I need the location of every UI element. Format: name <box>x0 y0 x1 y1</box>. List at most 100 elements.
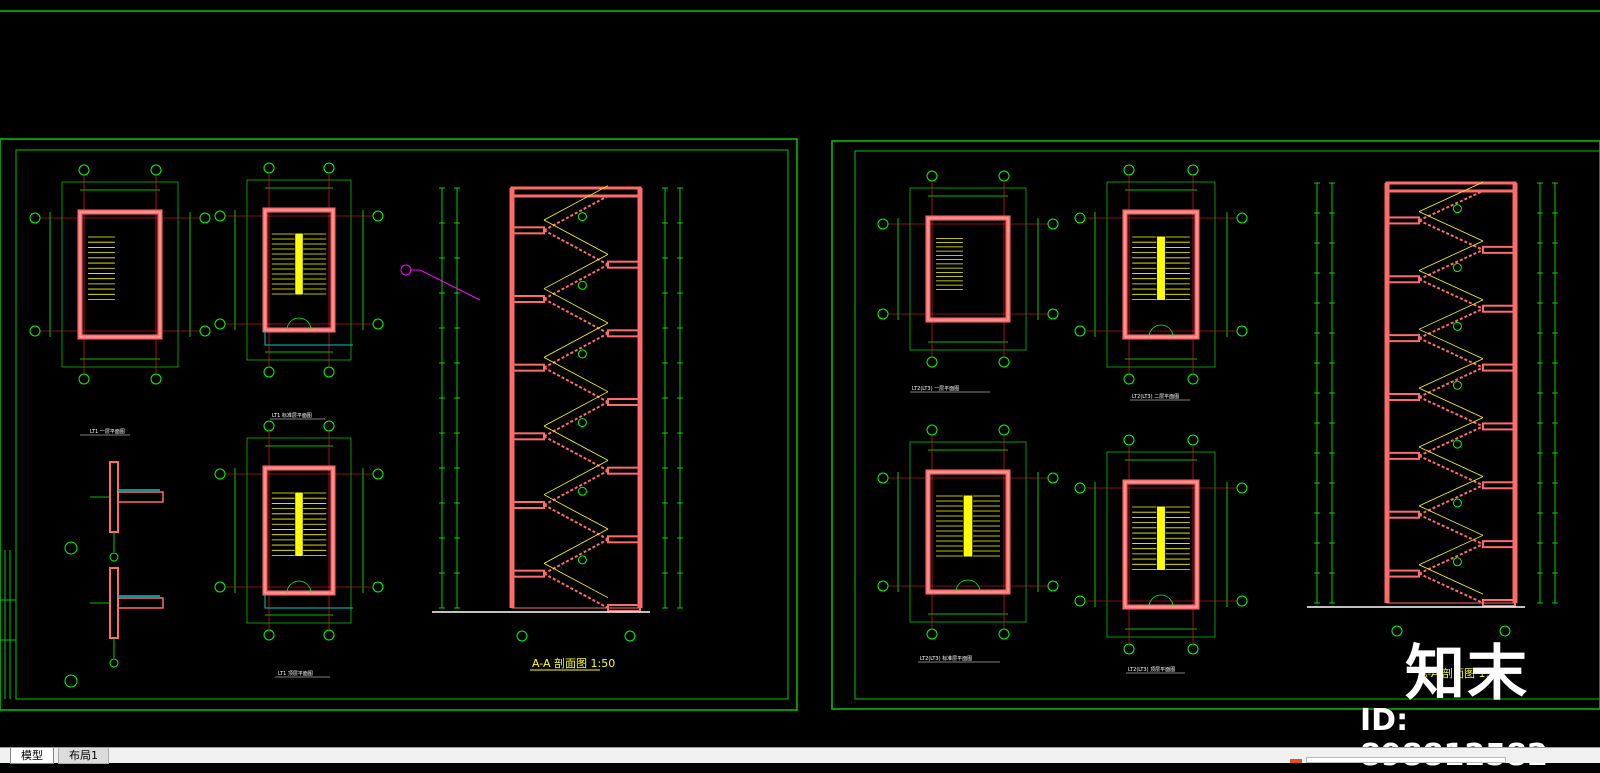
landing-slab <box>1386 451 1420 460</box>
drawing-svg[interactable]: A-A 剖面图 1:50 LT1 一层平面图 LT1 标准层平面图 LT1 顶层… <box>0 0 1600 747</box>
axis-bubble <box>877 308 889 320</box>
tab-model[interactable]: 模型 <box>10 748 54 764</box>
axis-bubble <box>577 349 587 359</box>
stair-handrail <box>1157 236 1165 300</box>
axis-bubble <box>1123 434 1135 446</box>
axis-bubble <box>1236 595 1248 607</box>
landing-slab <box>511 363 545 372</box>
floor-slab <box>1482 422 1516 431</box>
axis-bubble <box>1074 212 1086 224</box>
tab-layout1[interactable]: 布局1 <box>58 748 109 764</box>
axis-bubble <box>1236 325 1248 337</box>
axis-bubble <box>150 373 162 385</box>
landing-slab <box>1386 275 1420 284</box>
axis-bubble <box>577 555 587 565</box>
stair-sections <box>400 181 1558 642</box>
horizontal-scrollbar[interactable] <box>1306 757 1506 763</box>
axis-bubble <box>1452 321 1462 331</box>
handrail-line <box>1418 446 1484 477</box>
axis-bubble <box>1123 164 1135 176</box>
wall-detail <box>90 461 164 562</box>
axis-bubble <box>1452 439 1462 449</box>
right-sheet-inner-frame <box>854 150 1600 700</box>
detail-bubble-1 <box>64 541 78 555</box>
handrail-line <box>543 563 609 599</box>
axis-bubble <box>323 420 335 432</box>
axis-bubble <box>214 581 226 593</box>
section-roof <box>1385 181 1517 193</box>
axis-bubble <box>877 580 889 592</box>
axis-bubble <box>29 325 41 337</box>
handrail-line <box>543 425 609 461</box>
axis-bubble <box>150 164 162 176</box>
axis-bubble <box>323 629 335 641</box>
wall-inner <box>927 217 1009 321</box>
handrail-line <box>1418 328 1484 360</box>
handrail-line <box>543 494 609 530</box>
axis-bubble <box>1236 482 1248 494</box>
axis-bubble <box>998 424 1010 436</box>
axis-bubble <box>78 164 90 176</box>
handrail-line <box>543 391 609 427</box>
axis-bubble <box>1047 580 1059 592</box>
axis-bubble <box>998 628 1010 640</box>
stair-plan <box>214 162 384 378</box>
axis-bubble <box>577 486 587 496</box>
handrail-line <box>543 528 609 564</box>
axis-bubble <box>109 552 119 562</box>
stair-handrail <box>1157 506 1165 570</box>
axis-bubble <box>1452 557 1462 567</box>
stair-plan <box>1074 434 1248 655</box>
axis-bubble <box>926 170 938 182</box>
handrail-line <box>1418 387 1484 418</box>
axis-bubble <box>199 325 211 337</box>
axis-bubble <box>372 468 384 480</box>
axis-bubble <box>998 356 1010 368</box>
axis-bubble <box>109 658 119 668</box>
axis-bubble <box>263 366 275 378</box>
detail-slab <box>117 491 164 503</box>
detail-wall <box>109 461 119 533</box>
axis-bubble <box>1123 643 1135 655</box>
cad-drawing-canvas[interactable]: A-A 剖面图 1:50 LT1 一层平面图 LT1 标准层平面图 LT1 顶层… <box>0 0 1600 747</box>
handrail-line <box>543 254 609 290</box>
magenta-callout <box>410 269 481 301</box>
stair-plan <box>877 170 1059 368</box>
stair-section <box>432 185 683 642</box>
handrail-line <box>543 185 609 221</box>
handrail-line <box>543 322 609 358</box>
detail-wall <box>109 567 119 639</box>
floor-slab <box>607 466 641 475</box>
landing-slab <box>1386 334 1420 343</box>
axis-bubble <box>1499 625 1511 637</box>
handrail-line <box>543 460 609 496</box>
left-title-block <box>0 550 16 699</box>
axis-bubble <box>372 318 384 330</box>
floor-slab <box>607 398 641 406</box>
left-plan-title-2: LT1 标准层平面图 <box>272 412 312 419</box>
landing-slab <box>1386 216 1420 225</box>
axis-bubble <box>1047 308 1059 320</box>
handrail-line <box>543 357 609 393</box>
axis-bubble <box>1452 380 1462 390</box>
landing-slab <box>1386 510 1420 519</box>
axis-bubble <box>263 420 275 432</box>
axis-bubble <box>1187 434 1199 446</box>
floor-slab <box>1482 540 1516 549</box>
handrail-line <box>1418 564 1484 595</box>
axis-bubble <box>214 318 226 330</box>
axis-bubble <box>78 373 90 385</box>
axis-bubble <box>323 366 335 378</box>
right-plan-title-2: LT2(LT3) 二层平面图 <box>1132 394 1179 400</box>
axis-bubble <box>577 418 587 428</box>
axis-bubble <box>577 280 587 290</box>
axis-bubble <box>877 472 889 484</box>
right-sheet-frame <box>831 140 1600 710</box>
left-plan-title-1: LT1 一层平面图 <box>90 429 125 435</box>
stair-handrail <box>295 492 303 556</box>
handrail-line <box>1418 181 1484 212</box>
landing-slab <box>511 569 545 578</box>
landing-slab <box>1386 569 1420 578</box>
stair-plan <box>877 424 1059 640</box>
stair-plan <box>29 164 211 385</box>
